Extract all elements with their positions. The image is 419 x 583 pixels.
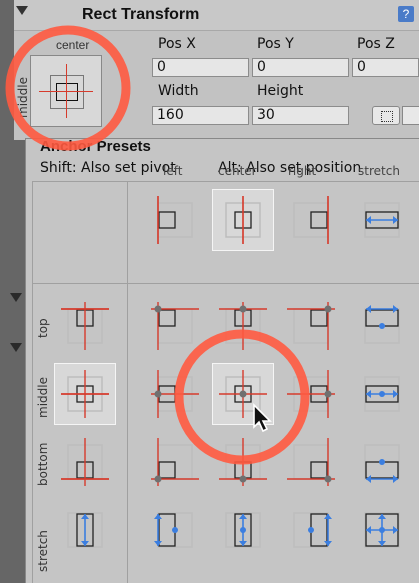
grid-h-mid bbox=[32, 283, 419, 284]
preset-none-center-icon bbox=[225, 196, 261, 244]
preset-top-stretch-button[interactable] bbox=[352, 296, 412, 356]
preset-top-none-button[interactable] bbox=[55, 296, 115, 356]
preset-none-left-button[interactable] bbox=[145, 190, 205, 250]
help-icon[interactable]: ? bbox=[398, 6, 414, 22]
preset-none-stretch-button[interactable] bbox=[352, 190, 412, 250]
preset-top-stretch-icon bbox=[364, 305, 400, 344]
pos-x-field[interactable]: 0 bbox=[152, 58, 249, 77]
grid-v-left bbox=[32, 181, 33, 583]
raw-edit-button[interactable] bbox=[402, 106, 419, 125]
pos-y-label: Pos Y bbox=[257, 36, 294, 52]
column-label-left: left bbox=[163, 164, 183, 178]
grid-v-mid bbox=[127, 181, 128, 583]
pos-y-field[interactable]: 0 bbox=[252, 58, 349, 77]
preset-stretch-right-icon bbox=[293, 512, 332, 548]
preset-none-left-icon bbox=[157, 196, 193, 244]
dotted-rect-icon bbox=[381, 111, 393, 122]
column-label-center: center bbox=[218, 164, 257, 178]
grid-h-top bbox=[32, 181, 419, 182]
preset-bottom-none-icon bbox=[61, 438, 109, 486]
highlight-circle-preset bbox=[174, 329, 310, 465]
width-field[interactable]: 160 bbox=[152, 106, 249, 125]
preset-bottom-stretch-icon bbox=[364, 444, 400, 483]
foldout-arrow-icon[interactable] bbox=[16, 6, 28, 15]
preset-middle-stretch-button[interactable] bbox=[352, 364, 412, 424]
preset-stretch-left-icon bbox=[154, 512, 193, 548]
preset-stretch-none-button[interactable] bbox=[55, 500, 115, 560]
width-label: Width bbox=[158, 83, 199, 99]
pos-z-label: Pos Z bbox=[357, 36, 395, 52]
preset-stretch-stretch-icon bbox=[364, 512, 400, 548]
fold-arrow-icon[interactable] bbox=[10, 343, 22, 352]
height-field[interactable]: 30 bbox=[252, 106, 349, 125]
preset-none-right-icon bbox=[293, 196, 329, 244]
pos-x-label: Pos X bbox=[158, 36, 196, 52]
highlight-circle-anchor bbox=[5, 25, 131, 151]
preset-stretch-center-button[interactable] bbox=[213, 500, 273, 560]
preset-stretch-center-icon bbox=[225, 512, 261, 548]
preset-none-right-button[interactable] bbox=[281, 190, 341, 250]
preset-stretch-left-button[interactable] bbox=[145, 500, 205, 560]
preset-none-stretch-icon bbox=[364, 202, 400, 238]
row-label-bottom: bottom bbox=[36, 442, 50, 486]
presets-hint-shift: Shift: Also set pivot bbox=[40, 160, 176, 176]
row-label-stretch: stretch bbox=[36, 530, 50, 572]
preset-middle-none-button[interactable] bbox=[54, 363, 116, 425]
preset-middle-none-icon bbox=[61, 370, 109, 418]
preset-bottom-stretch-button[interactable] bbox=[352, 432, 412, 492]
preset-top-none-icon bbox=[61, 302, 109, 350]
row-label-middle: middle bbox=[36, 377, 50, 418]
pos-z-field[interactable]: 0 bbox=[352, 58, 419, 77]
blueprint-mode-button[interactable] bbox=[372, 106, 400, 125]
preset-stretch-none-icon bbox=[67, 512, 103, 548]
preset-stretch-stretch-button[interactable] bbox=[352, 500, 412, 560]
height-label: Height bbox=[257, 83, 304, 99]
fold-arrow-icon[interactable] bbox=[10, 293, 22, 302]
column-label-stretch: stretch bbox=[358, 164, 400, 178]
column-label-right: right bbox=[288, 164, 317, 178]
preset-middle-stretch-icon bbox=[364, 376, 400, 412]
preset-none-center-button[interactable] bbox=[212, 189, 274, 251]
preset-bottom-none-button[interactable] bbox=[55, 432, 115, 492]
row-label-top: top bbox=[36, 318, 50, 338]
preset-stretch-right-button[interactable] bbox=[281, 500, 341, 560]
